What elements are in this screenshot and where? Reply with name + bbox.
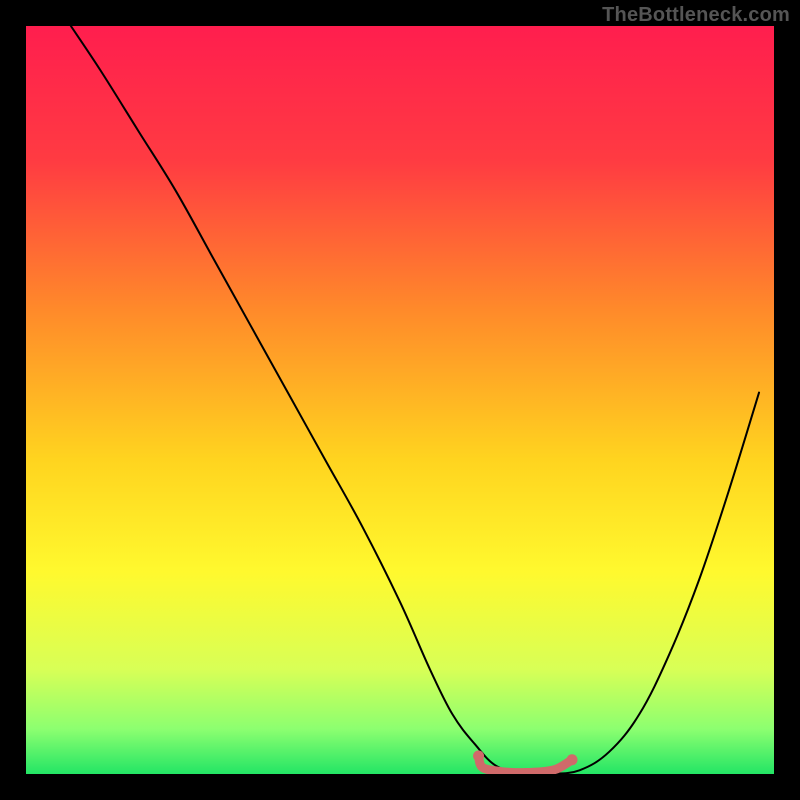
highlight-dot — [473, 751, 484, 762]
plot-area — [26, 26, 774, 774]
attribution-label: TheBottleneck.com — [602, 4, 790, 27]
highlight-dot — [567, 754, 578, 765]
chart-frame: TheBottleneck.com — [0, 0, 800, 800]
chart-svg — [26, 26, 774, 774]
gradient-background — [26, 26, 774, 774]
